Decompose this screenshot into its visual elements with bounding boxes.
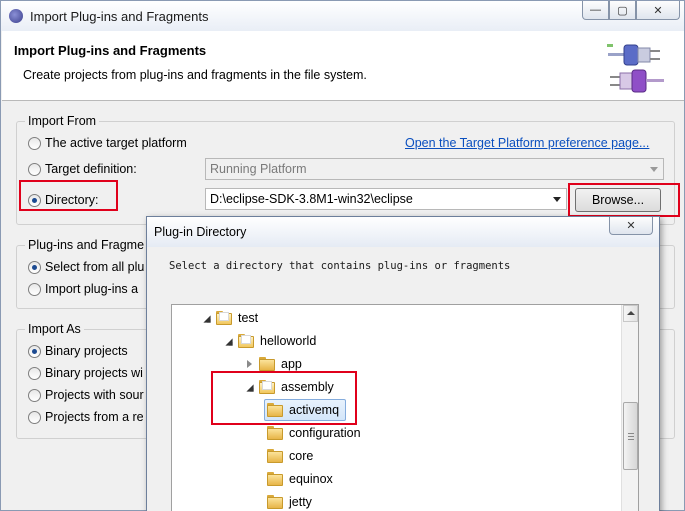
radio-active-target[interactable]: The active target platform	[28, 136, 187, 150]
folder-icon	[267, 472, 283, 486]
close-button[interactable]: ✕	[636, 1, 680, 20]
radio-binary-projects-with[interactable]: Binary projects wi	[28, 366, 143, 380]
plugin-directory-dialog: Plug-in Directory ✕ Select a directory t…	[146, 216, 660, 511]
scroll-up-arrow-icon[interactable]	[623, 305, 638, 322]
radio-import-plugins[interactable]: Import plug-ins a	[28, 282, 138, 296]
wizard-description: Create projects from plug-ins and fragme…	[23, 68, 367, 82]
tree-item-test[interactable]: test	[202, 307, 258, 329]
highlight-browse-button	[568, 183, 680, 217]
directory-combo[interactable]: D:\eclipse-SDK-3.8M1-win32\eclipse	[205, 188, 567, 210]
import-from-label: Import From	[25, 114, 100, 128]
radio-active-target-label: The active target platform	[45, 136, 187, 150]
highlight-assembly-activemq	[211, 371, 357, 425]
tree-item-jetty[interactable]: jetty	[267, 491, 312, 511]
plugins-group-label: Plug-ins and Fragme	[25, 238, 148, 252]
folder-icon	[267, 495, 283, 509]
radio-circle[interactable]	[28, 388, 41, 402]
scrollbar-thumb[interactable]	[623, 402, 638, 470]
radio-circle[interactable]	[28, 366, 41, 380]
folder-icon	[267, 449, 283, 463]
radio-circle[interactable]	[28, 282, 41, 296]
tree-item-label: test	[238, 311, 259, 325]
radio-select-all-label: Select from all plu	[45, 260, 145, 274]
radio-projects-with-source[interactable]: Projects with sour	[28, 388, 144, 402]
tree-vertical-scrollbar[interactable]	[621, 305, 638, 511]
tree-item-helloworld[interactable]: helloworld	[224, 330, 316, 352]
dialog-message: Select a directory that contains plug-in…	[169, 260, 511, 272]
collapse-icon[interactable]	[224, 336, 234, 346]
radio-circle[interactable]	[28, 410, 41, 424]
dialog-title-bar: Plug-in Directory ✕	[147, 217, 659, 247]
tree-item-configuration[interactable]: configuration	[267, 422, 361, 444]
maximize-button[interactable]: ▢	[609, 1, 636, 20]
target-platform-preference-link[interactable]: Open the Target Platform preference page…	[405, 136, 649, 150]
plug-connector-icon	[607, 44, 664, 93]
radio-target-definition-label: Target definition:	[45, 162, 137, 176]
eclipse-icon	[9, 9, 23, 23]
folder-icon	[267, 426, 283, 440]
dialog-close-button[interactable]: ✕	[609, 217, 653, 235]
wizard-title: Import Plug-ins and Fragments	[14, 43, 207, 58]
tree-item-label: helloworld	[260, 334, 317, 348]
radio-binary-projects-label: Binary projects	[45, 344, 128, 358]
radio-select-all[interactable]: Select from all plu	[28, 260, 144, 274]
radio-circle-checked[interactable]	[28, 344, 41, 358]
window-title: Import Plug-ins and Fragments	[30, 9, 209, 24]
caption-buttons: — ▢ ✕	[582, 1, 680, 21]
radio-circle[interactable]	[28, 136, 41, 150]
target-definition-value: Running Platform	[210, 162, 307, 176]
tree-item-label: core	[289, 449, 314, 463]
tree-item-label: jetty	[289, 495, 312, 509]
folder-icon	[259, 357, 275, 371]
collapse-icon[interactable]	[202, 313, 212, 323]
radio-binary-projects-with-label: Binary projects wi	[45, 366, 143, 380]
highlight-directory-radio	[19, 180, 118, 211]
radio-projects-from-repo[interactable]: Projects from a re	[28, 410, 144, 424]
tree-item-core[interactable]: core	[267, 445, 313, 467]
radio-target-definition[interactable]: Target definition:	[28, 162, 137, 176]
radio-circle-checked[interactable]	[28, 260, 41, 274]
dropdown-arrow-icon	[650, 167, 658, 172]
tree-item-label: equinox	[289, 472, 333, 486]
title-bar: Import Plug-ins and Fragments — ▢ ✕	[1, 1, 684, 31]
radio-binary-projects[interactable]: Binary projects	[28, 344, 128, 358]
tree-item-label: app	[281, 357, 302, 371]
folder-open-icon	[238, 334, 254, 348]
wizard-header: Import Plug-ins and Fragments Create pro…	[2, 31, 684, 101]
dropdown-arrow-icon[interactable]	[553, 197, 561, 202]
tree-item-equinox[interactable]: equinox	[267, 468, 333, 490]
folder-open-icon	[216, 311, 232, 325]
dialog-title: Plug-in Directory	[154, 225, 247, 239]
radio-projects-from-repo-label: Projects from a re	[45, 410, 144, 424]
minimize-button[interactable]: —	[582, 1, 609, 20]
radio-circle[interactable]	[28, 162, 41, 176]
directory-value: D:\eclipse-SDK-3.8M1-win32\eclipse	[210, 192, 413, 206]
expand-icon[interactable]	[245, 359, 255, 369]
radio-projects-with-source-label: Projects with sour	[45, 388, 144, 402]
tree-item-label: configuration	[289, 426, 361, 440]
radio-import-plugins-label: Import plug-ins a	[45, 282, 139, 296]
import-as-label: Import As	[25, 322, 84, 336]
target-definition-combo: Running Platform	[205, 158, 664, 180]
